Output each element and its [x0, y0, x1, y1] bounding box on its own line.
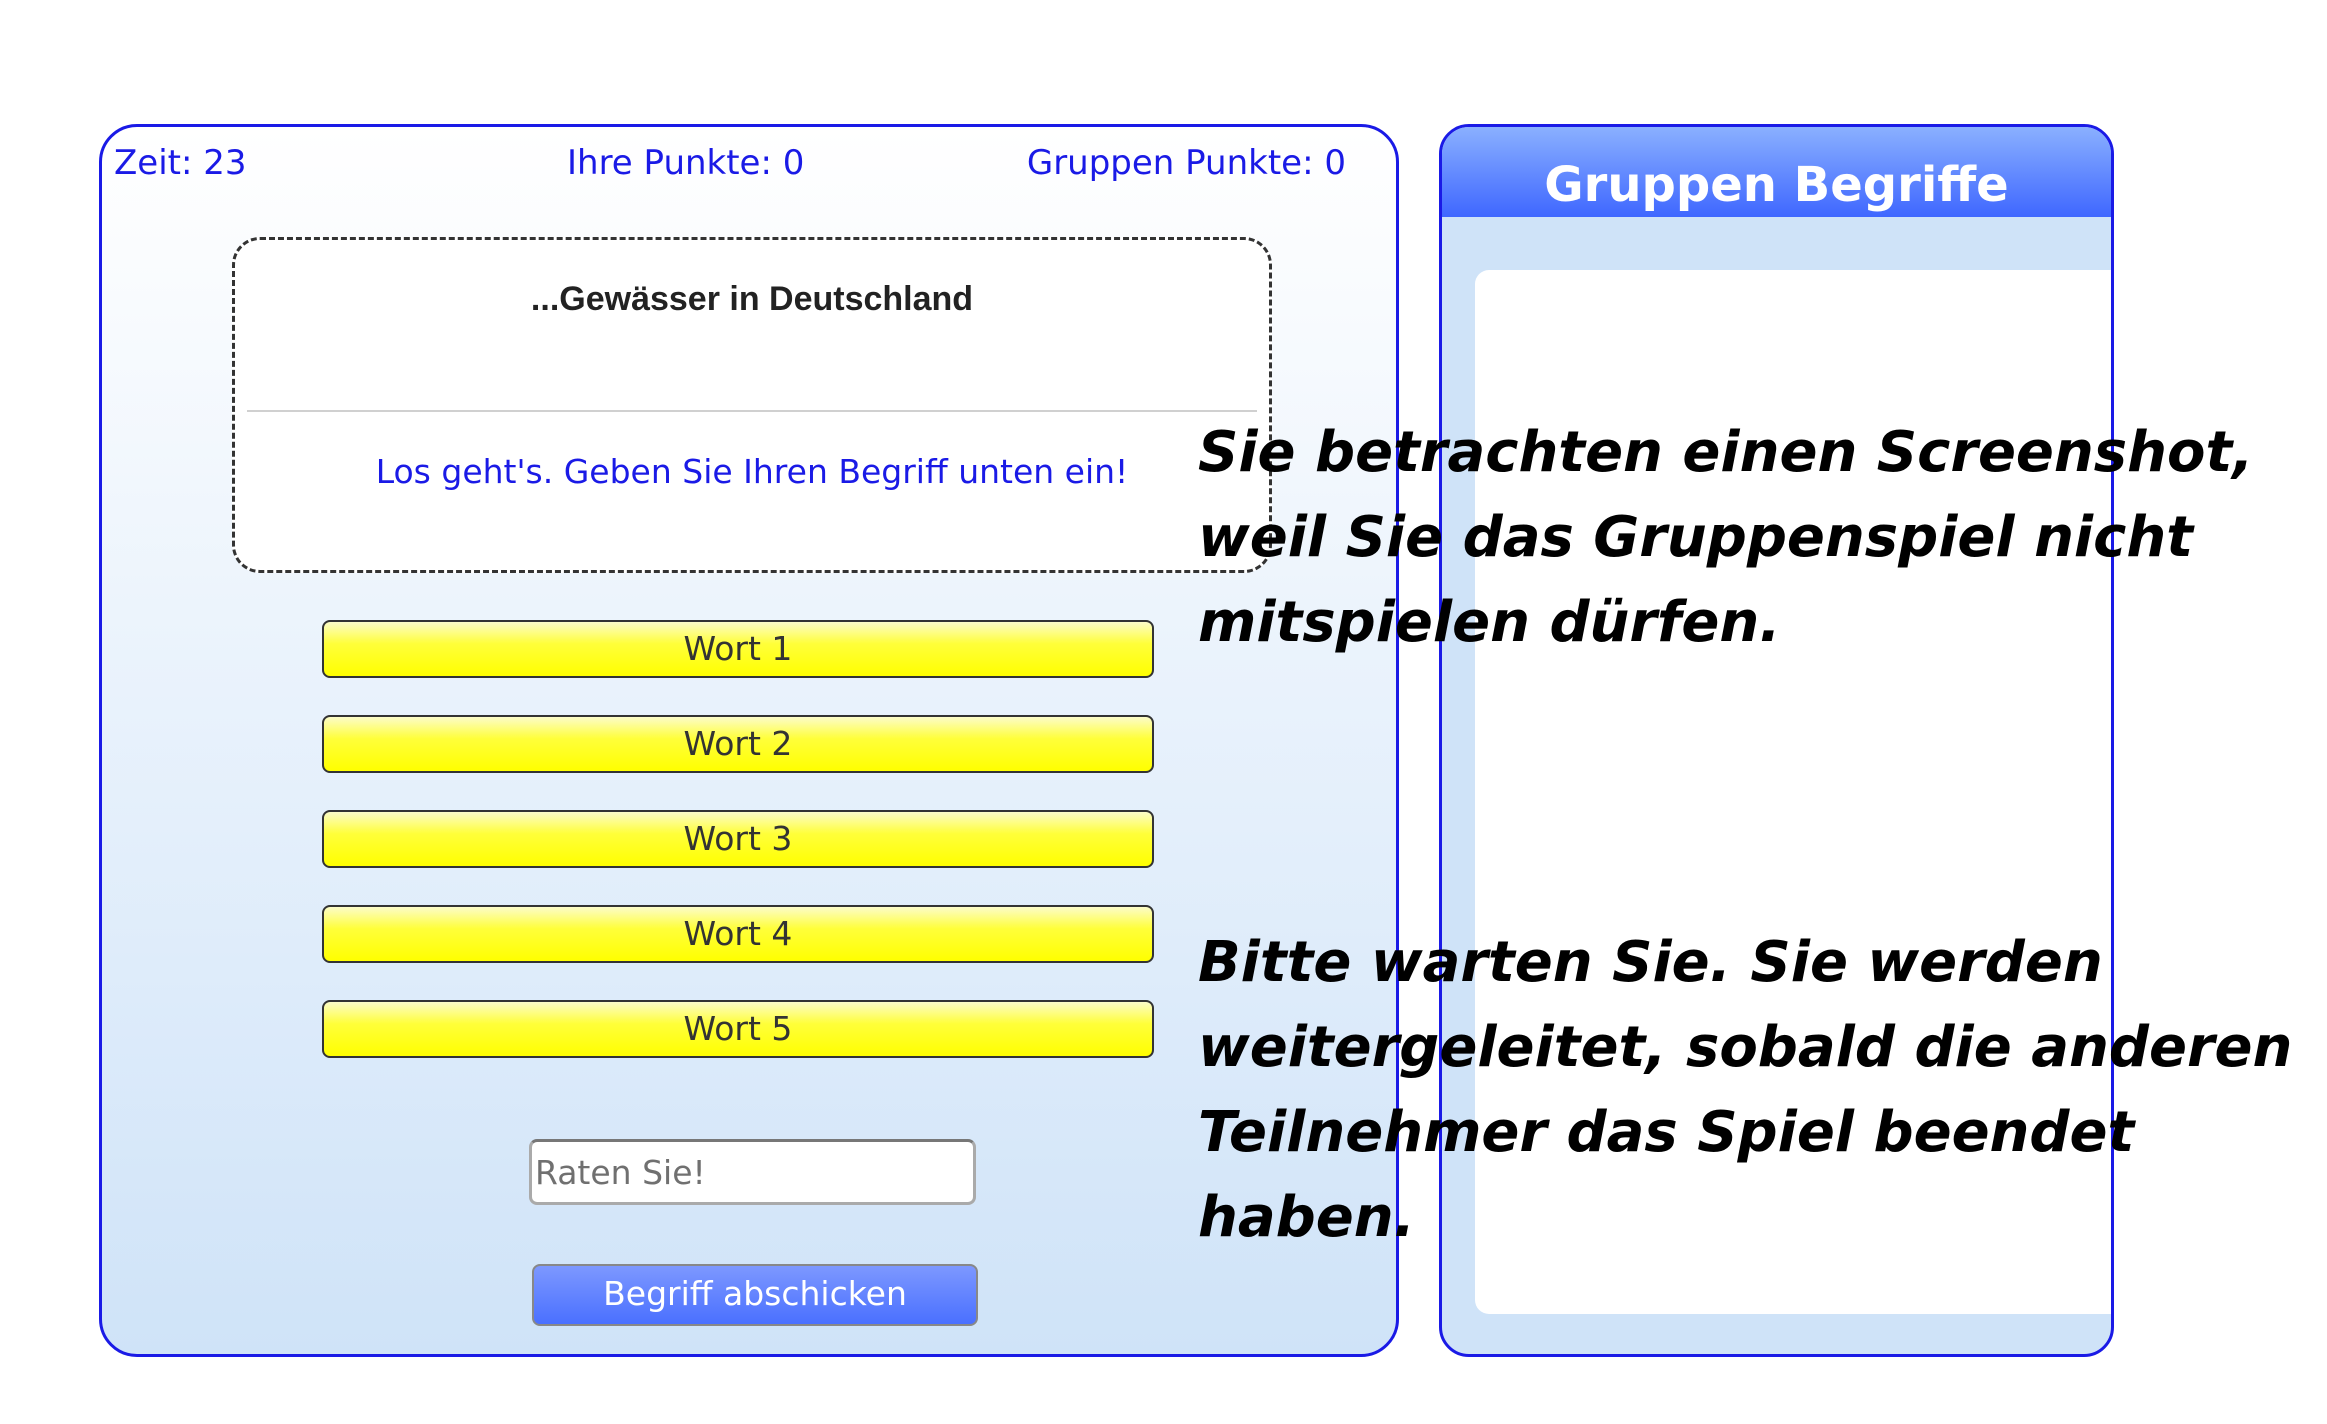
group-terms-title: Gruppen Begriffe [1544, 157, 2009, 213]
word-slot-1: Wort 1 [322, 620, 1154, 678]
word-slot-2: Wort 2 [322, 715, 1154, 773]
topic-divider [247, 410, 1257, 412]
waiting-notice-paragraph-2: Bitte warten Sie. Sie werden weitergelei… [1198, 930, 2293, 1250]
group-terms-header: Gruppen Begriffe [1442, 127, 2111, 217]
status-message: Los geht's. Geben Sie Ihren Begriff unte… [375, 452, 1129, 491]
word-slot-4: Wort 4 [322, 905, 1154, 963]
waiting-notice: Sie betrachten einen Screenshot, weil Si… [1198, 325, 2323, 1345]
waiting-notice-paragraph-1: Sie betrachten einen Screenshot, weil Si… [1198, 420, 2254, 655]
group-points: Gruppen Punkte: 0 [1026, 143, 1346, 183]
topic-box: ...Gewässer in Deutschland Los geht's. G… [232, 237, 1272, 573]
word-slot-5: Wort 5 [322, 1000, 1154, 1058]
word-slot-3: Wort 3 [322, 810, 1154, 868]
own-points: Ihre Punkte: 0 [567, 143, 805, 183]
topic-title: ...Gewässer in Deutschland [530, 280, 974, 318]
guess-input[interactable] [529, 1139, 976, 1205]
waiting-notice-spacer [1198, 750, 2323, 835]
time-counter: Zeit: 23 [114, 143, 247, 183]
submit-button[interactable]: Begriff abschicken [532, 1264, 978, 1326]
